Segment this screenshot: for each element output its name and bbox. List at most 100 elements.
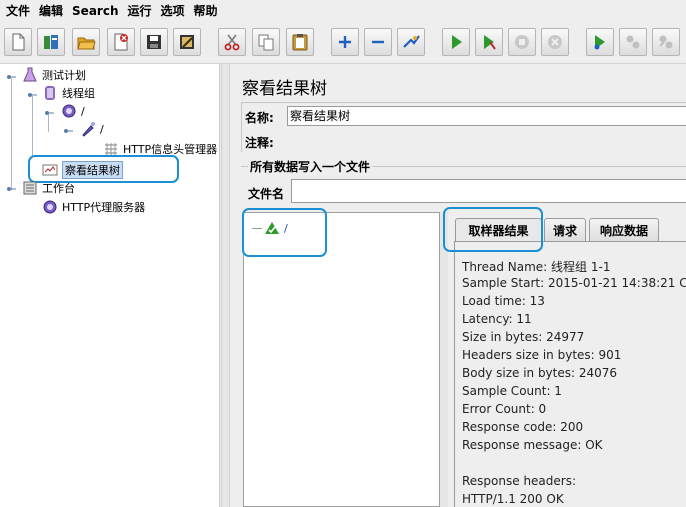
paste-icon	[292, 34, 308, 51]
main-splitter[interactable]	[221, 64, 230, 507]
menu-bar: 文件 编辑 Search 运行 选项 帮助	[0, 0, 686, 22]
pipette-icon	[80, 121, 96, 137]
menu-run[interactable]: 运行	[125, 0, 158, 22]
remote-stop-icon	[626, 35, 640, 49]
name-field[interactable]: 察看结果树	[287, 106, 686, 126]
detail-response-code: Response code: 200	[462, 420, 584, 434]
tree-node-sub-sampler[interactable]: /	[80, 121, 104, 137]
remote-start-button[interactable]	[586, 28, 614, 56]
toggle-icon	[403, 35, 420, 48]
cut-button[interactable]	[218, 28, 246, 56]
start-no-pause-button[interactable]	[475, 28, 503, 56]
menu-edit[interactable]: 编辑	[37, 0, 70, 22]
jmeter-window: 文件 编辑 Search 运行 选项 帮助 测试计划 线程组 / / HTTP信…	[0, 0, 686, 507]
detail-response-message: Response message: OK	[462, 438, 603, 452]
tab-request[interactable]: 请求	[544, 218, 586, 241]
detail-http-status: HTTP/1.1 200 OK	[462, 492, 564, 506]
paste-button[interactable]	[286, 28, 314, 56]
result-tabs: 取样器结果 请求 响应数据 Thread Name: 线程组 1-1 Sampl…	[448, 212, 686, 507]
filename-field[interactable]	[291, 179, 686, 203]
save-as-icon	[180, 35, 194, 49]
panel-title: 察看结果树	[242, 79, 327, 99]
remote-stop-button[interactable]	[619, 28, 647, 56]
tree-node-test-plan[interactable]: 测试计划	[22, 67, 86, 83]
detail-thread-name: Thread Name: 线程组 1-1	[462, 260, 611, 274]
start-no-pause-icon	[484, 35, 496, 50]
proxy-icon	[42, 199, 58, 215]
tree-guide-line	[32, 96, 33, 156]
remote-shutdown-icon	[659, 35, 673, 49]
expand-handle[interactable]	[27, 90, 37, 100]
remote-start-icon	[594, 35, 605, 50]
tree-node-label: 测试计划	[42, 69, 86, 82]
test-plan-tree: 测试计划 线程组 / / HTTP信息头管理器 察看结果树 工作台 HTTP代理…	[0, 64, 220, 507]
detail-size: Size in bytes: 24977	[462, 330, 585, 344]
expand-button[interactable]	[331, 28, 359, 56]
tree-node-proxy[interactable]: HTTP代理服务器	[42, 199, 145, 215]
highlight-callout	[28, 155, 179, 183]
detail-sample-count: Sample Count: 1	[462, 384, 562, 398]
sampler-icon	[61, 103, 77, 119]
name-label: 名称:	[245, 111, 274, 125]
close-icon	[114, 33, 128, 51]
menu-options[interactable]: 选项	[159, 0, 192, 22]
tree-node-workbench[interactable]: 工作台	[22, 180, 75, 196]
shutdown-button[interactable]	[541, 28, 569, 56]
close-button[interactable]	[107, 28, 135, 56]
toggle-button[interactable]	[397, 28, 425, 56]
tab-response-data[interactable]: 响应数据	[589, 218, 659, 241]
sampler-result-panel: Thread Name: 线程组 1-1 Sample Start: 2015-…	[454, 241, 686, 507]
thread-group-icon	[42, 85, 58, 101]
collapse-icon	[372, 40, 384, 44]
comment-field[interactable]	[287, 131, 686, 151]
remote-shutdown-button[interactable]	[652, 28, 680, 56]
detail-headers-size: Headers size in bytes: 901	[462, 348, 622, 362]
templates-button[interactable]	[37, 28, 65, 56]
shutdown-icon	[548, 35, 562, 49]
copy-icon	[258, 34, 274, 51]
templates-icon	[44, 35, 58, 49]
expand-handle[interactable]	[6, 184, 16, 194]
expand-handle[interactable]	[6, 72, 16, 82]
detail-load-time: Load time: 13	[462, 294, 545, 308]
tree-node-label: /	[100, 122, 104, 136]
stop-button[interactable]	[508, 28, 536, 56]
tree-node-thread-group[interactable]: 线程组	[42, 85, 95, 101]
tree-node-sampler[interactable]: /	[61, 103, 85, 119]
comment-label: 注释:	[245, 136, 274, 150]
expand-handle[interactable]	[63, 126, 73, 136]
menu-file[interactable]: 文件	[4, 0, 37, 22]
flask-icon	[22, 67, 38, 83]
menu-help[interactable]: 帮助	[192, 0, 225, 22]
open-icon	[77, 37, 96, 50]
open-button[interactable]	[72, 28, 100, 56]
save-button[interactable]	[140, 28, 168, 56]
new-icon	[12, 33, 25, 51]
start-icon	[452, 35, 462, 49]
tree-node-label: HTTP代理服务器	[62, 201, 146, 214]
tree-node-label: 线程组	[62, 87, 95, 100]
expand-icon	[339, 36, 351, 48]
highlight-callout	[443, 207, 543, 252]
start-button[interactable]	[442, 28, 470, 56]
save-icon	[147, 35, 161, 49]
copy-button[interactable]	[252, 28, 280, 56]
workbench-icon	[22, 180, 38, 196]
tree-node-label: /	[81, 104, 85, 118]
toolbar	[0, 22, 686, 64]
new-button[interactable]	[4, 28, 32, 56]
collapse-button[interactable]	[364, 28, 392, 56]
stop-icon	[515, 35, 529, 49]
cut-icon	[224, 34, 240, 51]
detail-response-headers: Response headers:	[462, 474, 577, 488]
save-as-button[interactable]	[173, 28, 201, 56]
file-group-title: 所有数据写入一个文件	[248, 158, 373, 175]
menu-search[interactable]: Search	[70, 0, 125, 22]
tree-guide-line	[11, 78, 12, 190]
detail-latency: Latency: 11	[462, 312, 532, 326]
results-splitter[interactable]	[440, 212, 448, 507]
expand-handle[interactable]	[44, 108, 54, 118]
filename-label: 文件名	[248, 187, 285, 201]
detail-error-count: Error Count: 0	[462, 402, 547, 416]
tree-node-label: 工作台	[42, 182, 75, 195]
